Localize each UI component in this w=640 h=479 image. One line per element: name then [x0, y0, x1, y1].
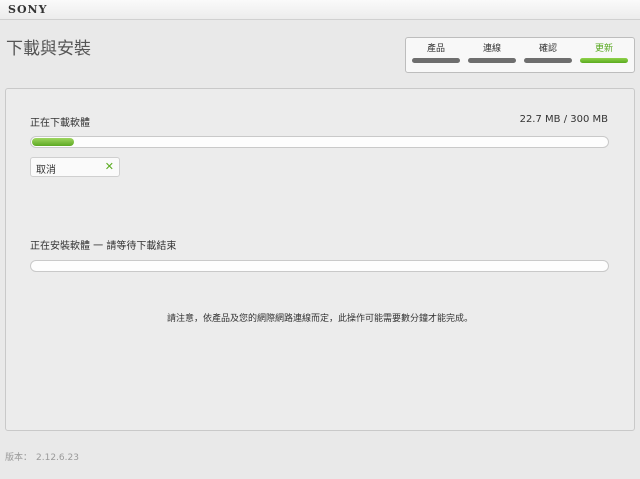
step-indicator [468, 58, 516, 63]
page-title: 下載與安裝 [6, 39, 91, 59]
step-label: 更新 [594, 44, 613, 54]
step-confirm: 確認 [524, 43, 572, 63]
version-label: 版本： [5, 453, 33, 463]
version-info: 版本： 2.12.6.23 [5, 450, 83, 463]
install-progress-bar [30, 260, 609, 272]
download-label: 正在下載軟體 [30, 118, 90, 129]
version-value: 2.12.6.23 [36, 453, 79, 463]
step-indicator [580, 58, 628, 63]
step-label: 連線 [482, 44, 501, 54]
title-bar: SONY [0, 0, 640, 20]
brand-logo: SONY [8, 3, 48, 16]
download-size: 22.7 MB / 300 MB [519, 114, 608, 125]
close-icon: ✕ [104, 160, 114, 173]
progress-stepper: 產品 連線 確認 更新 [405, 37, 635, 73]
step-update: 更新 [580, 43, 628, 63]
notice-text: 請注意，依產品及您的網際網路連線而定，此操作可能需要數分鐘才能完成。 [166, 314, 473, 324]
step-label: 確認 [538, 44, 557, 54]
download-progress-fill [32, 138, 74, 146]
main-panel: 正在下載軟體 22.7 MB / 300 MB 取消 ✕ 正在安裝軟體 一 請等… [5, 88, 635, 431]
download-progress-bar [30, 136, 609, 148]
step-product: 產品 [412, 43, 460, 63]
step-label: 產品 [426, 44, 445, 54]
cancel-label: 取消 [36, 165, 56, 176]
step-connect: 連線 [468, 43, 516, 63]
step-indicator [524, 58, 572, 63]
cancel-button[interactable]: 取消 ✕ [30, 157, 120, 177]
install-label: 正在安裝軟體 一 請等待下載結束 [30, 241, 177, 252]
step-indicator [412, 58, 460, 63]
